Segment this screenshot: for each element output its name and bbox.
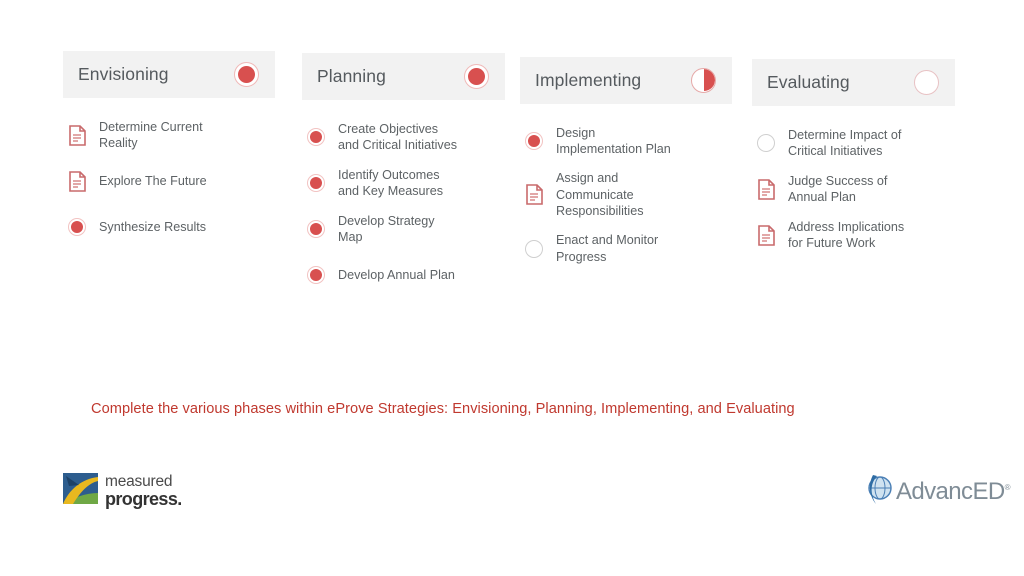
measured-progress-wordmark: measured progress.: [105, 474, 182, 509]
phase-column-planning: Planning Create Objectives and Critical …: [302, 53, 505, 304]
list-item-label: Develop Annual Plan: [338, 267, 455, 282]
empty-circle-icon: [914, 70, 939, 95]
list-item[interactable]: Develop Annual Plan: [302, 258, 505, 292]
list-item[interactable]: Address Implications for Future Work: [752, 218, 955, 252]
advanced-logo: AdvancED®: [864, 474, 1011, 510]
filled-circle-icon: [302, 128, 330, 146]
phase-column-evaluating: Evaluating Determine Impact of Critical …: [752, 59, 955, 264]
list-item-label: Assign and Communicate Responsibilities: [556, 171, 644, 218]
list-item[interactable]: Enact and Monitor Progress: [520, 232, 732, 266]
list-item[interactable]: Determine Current Reality: [63, 118, 275, 152]
list-item-label: Synthesize Results: [99, 219, 207, 234]
phase-header-implementing[interactable]: Implementing: [520, 57, 732, 104]
document-icon-svg: [525, 184, 543, 206]
filled-circle-icon: [234, 62, 259, 87]
document-icon: [752, 224, 780, 246]
filled-circle-icon: [302, 220, 330, 238]
list-item[interactable]: Develop Strategy Map: [302, 212, 505, 246]
list-item-label: Explore The Future: [99, 173, 207, 188]
list-item-label: Determine Current Reality: [99, 119, 203, 151]
task-list-envisioning: Determine Current Reality Explore The Fu…: [63, 118, 275, 244]
document-icon-svg: [68, 124, 86, 146]
list-item[interactable]: Design Implementation Plan: [520, 124, 732, 158]
advanced-wordmark-text: AdvancED: [896, 478, 1005, 505]
phase-header-evaluating[interactable]: Evaluating: [752, 59, 955, 106]
list-item[interactable]: Explore The Future: [63, 164, 275, 198]
list-item-label: Design Implementation Plan: [556, 125, 671, 157]
list-item[interactable]: Judge Success of Annual Plan: [752, 172, 955, 206]
mp-line-1: measured: [105, 472, 173, 490]
measured-progress-mark-icon: [63, 473, 98, 509]
phase-title: Planning: [317, 66, 386, 86]
filled-circle-icon: [302, 266, 330, 284]
half-filled-circle-icon: [691, 68, 716, 93]
measured-progress-mark-svg: [63, 473, 98, 504]
document-icon: [520, 184, 548, 206]
empty-circle-icon: [520, 239, 548, 258]
phase-column-envisioning: Envisioning Determine Current Reality Ex…: [63, 51, 275, 256]
empty-circle-icon: [752, 134, 780, 152]
phase-title: Envisioning: [78, 64, 169, 84]
filled-circle-icon: [464, 64, 489, 89]
advanced-globe-mark-icon: [864, 474, 894, 510]
list-item[interactable]: Determine Impact of Critical Initiatives: [752, 126, 955, 160]
phase-header-planning[interactable]: Planning: [302, 53, 505, 100]
document-icon-svg: [68, 170, 86, 192]
task-list-planning: Create Objectives and Critical Initiativ…: [302, 120, 505, 292]
registered-mark: ®: [1004, 483, 1011, 492]
document-icon-svg: [757, 178, 775, 200]
phase-title: Evaluating: [767, 72, 850, 92]
phases-board: Envisioning Determine Current Reality Ex…: [0, 0, 1024, 576]
phase-title: Implementing: [535, 70, 642, 90]
list-item-label: Develop Strategy Map: [338, 213, 435, 245]
mp-line-2: progress.: [105, 489, 182, 510]
list-item-label: Enact and Monitor Progress: [556, 233, 659, 264]
filled-circle-icon: [302, 174, 330, 192]
task-list-implementing: Design Implementation Plan Assign and Co…: [520, 124, 732, 266]
list-item-label: Create Objectives and Critical Initiativ…: [338, 121, 457, 153]
list-item[interactable]: Identify Outcomes and Key Measures: [302, 166, 505, 200]
task-list-evaluating: Determine Impact of Critical Initiatives…: [752, 126, 955, 252]
phase-column-implementing: Implementing Design Implementation Plan: [520, 57, 732, 278]
caption-text: Complete the various phases within eProv…: [91, 401, 795, 417]
phase-header-envisioning[interactable]: Envisioning: [63, 51, 275, 98]
filled-circle-icon: [520, 132, 548, 150]
list-item[interactable]: Create Objectives and Critical Initiativ…: [302, 120, 505, 154]
filled-circle-icon: [63, 218, 91, 236]
document-icon-svg: [757, 224, 775, 246]
list-item-label: Identify Outcomes and Key Measures: [338, 167, 444, 199]
list-item[interactable]: Synthesize Results: [63, 210, 275, 244]
document-icon: [63, 124, 91, 146]
list-item[interactable]: Assign and Communicate Responsibilities: [520, 170, 732, 220]
measured-progress-logo: measured progress.: [63, 473, 182, 509]
advanced-wordmark: AdvancED®: [896, 478, 1011, 505]
document-icon: [63, 170, 91, 192]
advanced-globe-mark-svg: [868, 475, 892, 504]
list-item-label: Address Implications for Future Work: [788, 219, 905, 251]
list-item-label: Judge Success of Annual Plan: [788, 173, 888, 205]
list-item-label: Determine Impact of Critical Initiatives: [788, 127, 902, 159]
document-icon: [752, 178, 780, 200]
